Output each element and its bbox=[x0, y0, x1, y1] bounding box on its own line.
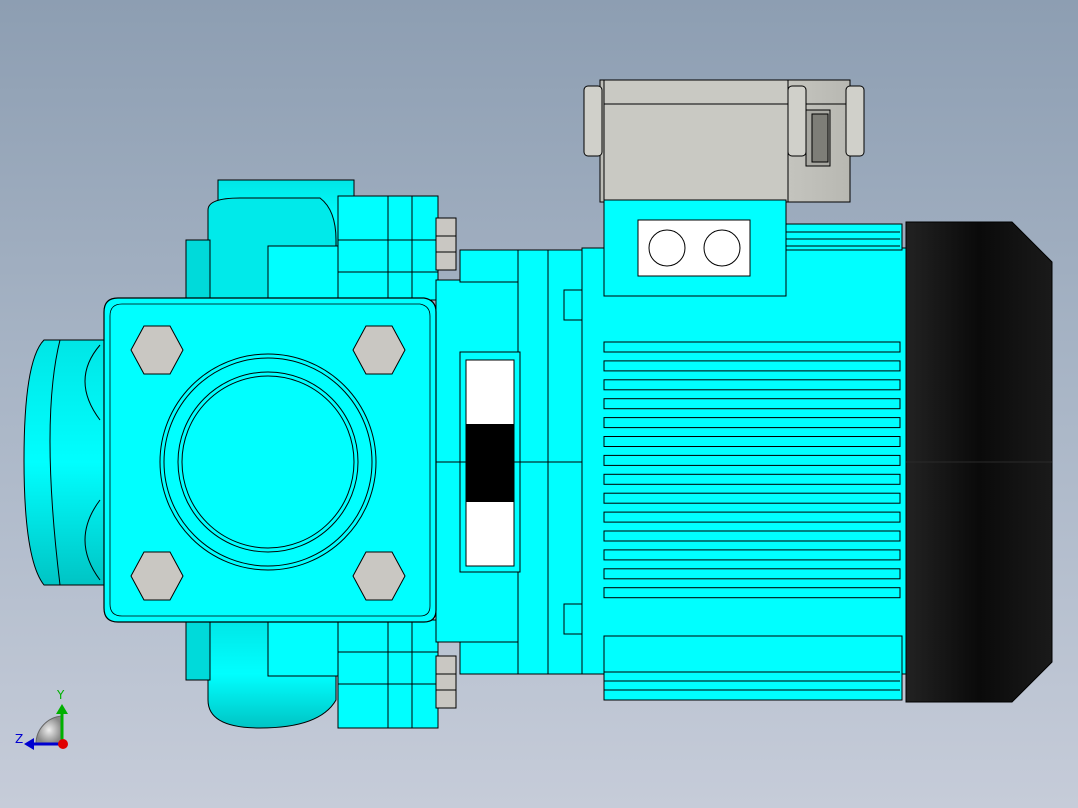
cooling-fin bbox=[603, 568, 901, 580]
cooling-fin bbox=[603, 436, 901, 447]
triad-y-label: Y bbox=[57, 688, 65, 702]
cooling-fin bbox=[603, 398, 901, 410]
cooling-fin bbox=[603, 341, 901, 353]
cooling-fin bbox=[603, 417, 901, 429]
cooling-fin bbox=[603, 473, 901, 485]
orientation-triad bbox=[24, 704, 68, 750]
cad-viewport[interactable]: Y Z bbox=[0, 0, 1078, 808]
cooling-fin bbox=[603, 530, 901, 542]
cooling-fin bbox=[603, 492, 901, 504]
triad-z-label: Z bbox=[15, 732, 24, 746]
cooling-fin bbox=[603, 454, 901, 466]
junction-plate[interactable] bbox=[637, 219, 751, 277]
cooling-fin bbox=[603, 549, 901, 561]
cooling-fin bbox=[603, 360, 901, 372]
x-axis-point bbox=[58, 739, 68, 749]
pump-model[interactable] bbox=[0, 0, 1078, 808]
cooling-fin bbox=[603, 379, 901, 391]
fan-cover[interactable] bbox=[905, 221, 1053, 703]
cooling-fin bbox=[603, 587, 901, 599]
cooling-fin bbox=[603, 511, 901, 523]
terminal-box[interactable] bbox=[583, 79, 865, 203]
